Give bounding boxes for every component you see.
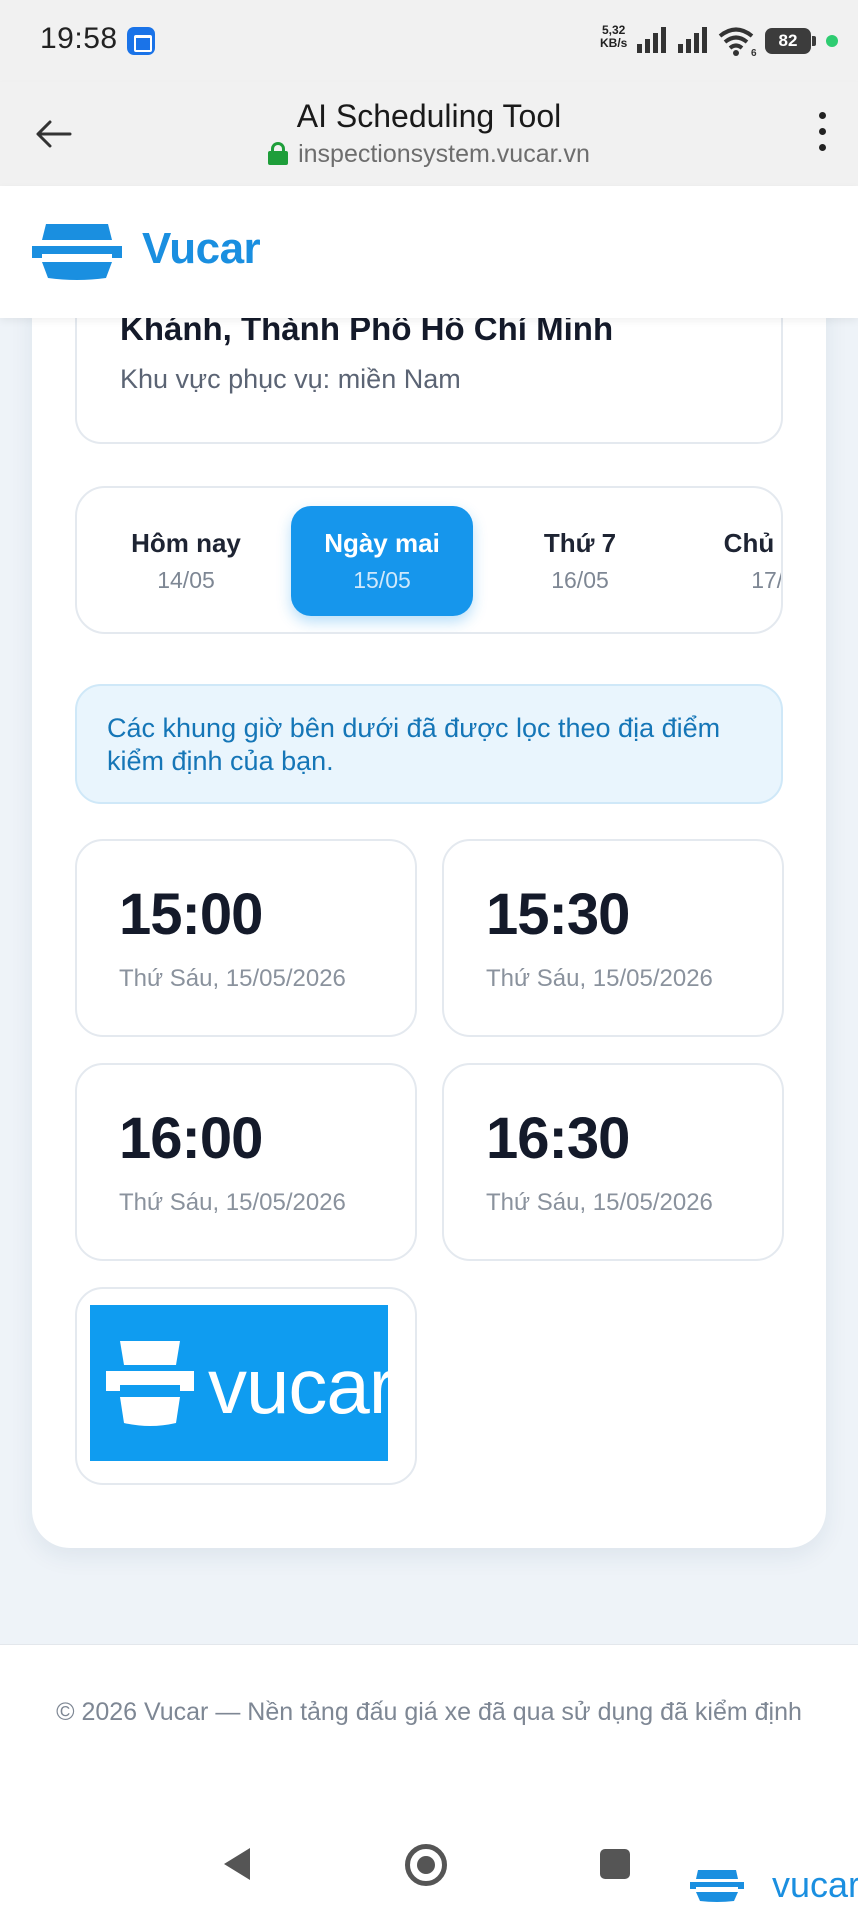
battery-icon: 82 <box>765 28 816 54</box>
page-title: AI Scheduling Tool <box>296 98 562 134</box>
network-speed: 5,32 KB/s <box>600 24 627 50</box>
signal-icon-2 <box>678 27 707 53</box>
date-tab-sunday[interactable]: Chủ nhật 17/05 <box>689 506 783 616</box>
date-tab-tomorrow[interactable]: Ngày mai 15/05 <box>291 506 473 616</box>
date-tab-date: 14/05 <box>157 567 215 593</box>
lock-icon <box>268 142 289 165</box>
date-tab-date: 17/05 <box>751 567 783 593</box>
browser-toolbar: AI Scheduling Tool inspectionsystem.vuca… <box>0 82 858 186</box>
nav-home-icon[interactable] <box>405 1844 447 1886</box>
url-text: inspectionsystem.vucar.vn <box>298 140 590 168</box>
time-slot[interactable]: 16:00 Thứ Sáu, 15/05/2026 <box>75 1063 417 1261</box>
date-tab-label: Hôm nay <box>131 528 241 558</box>
watermark-text: vucar <box>772 1864 858 1905</box>
wifi-icon: 6 <box>718 27 757 57</box>
date-tab-date: 16/05 <box>551 567 609 593</box>
nav-recents-icon[interactable] <box>600 1849 630 1879</box>
date-tab-saturday[interactable]: Thứ 7 16/05 <box>489 506 671 616</box>
watermark-car-icon <box>690 1870 744 1902</box>
vucar-logo-card[interactable]: vucar <box>75 1287 417 1485</box>
date-tab-label: Ngày mai <box>324 528 440 558</box>
brand-name[interactable]: Vucar <box>142 224 261 274</box>
filter-info-note: Các khung giờ bên dưới đã được lọc theo … <box>75 684 783 804</box>
slot-date: Thứ Sáu, 15/05/2026 <box>119 1189 346 1216</box>
time-slot[interactable]: 15:00 Thứ Sáu, 15/05/2026 <box>75 839 417 1037</box>
wifi-badge: 6 <box>751 48 757 57</box>
site-header: Vucar <box>0 186 858 318</box>
status-time: 19:58 <box>40 22 118 55</box>
privacy-dot <box>826 35 838 47</box>
slot-time: 16:30 <box>486 1106 630 1171</box>
time-slot[interactable]: 16:30 Thứ Sáu, 15/05/2026 <box>442 1063 784 1261</box>
vucar-car-icon <box>106 1341 194 1426</box>
slot-time: 15:00 <box>119 882 263 947</box>
overflow-menu-button[interactable] <box>814 112 830 156</box>
time-slot[interactable]: 15:30 Thứ Sáu, 15/05/2026 <box>442 839 784 1037</box>
date-tab-label: Chủ nhật <box>723 528 781 558</box>
slot-time: 15:30 <box>486 882 630 947</box>
slot-time: 16:00 <box>119 1106 263 1171</box>
date-tab-label: Thứ 7 <box>543 528 617 558</box>
nav-back-icon[interactable] <box>222 1846 252 1882</box>
vucar-logo-text: vucar <box>208 1342 395 1430</box>
signal-icon <box>637 27 666 53</box>
vucar-logo-banner: vucar <box>90 1305 395 1461</box>
slot-date: Thứ Sáu, 15/05/2026 <box>486 965 713 992</box>
status-bar: 19:58 5,32 KB/s 6 82 <box>0 0 858 82</box>
vucar-logo-icon[interactable] <box>32 224 122 280</box>
date-tab-today[interactable]: Hôm nay 14/05 <box>95 506 277 616</box>
slot-date: Thứ Sáu, 15/05/2026 <box>486 1189 713 1216</box>
footer-copyright: © 2026 Vucar — Nền tảng đấu giá xe đã qu… <box>56 1698 802 1726</box>
date-tab-date: 15/05 <box>353 567 411 593</box>
url-bar[interactable]: inspectionsystem.vucar.vn <box>0 140 858 169</box>
network-speed-unit: KB/s <box>600 36 628 50</box>
date-tabs: Hôm nay 14/05 Ngày mai 15/05 Thứ 7 16/05… <box>75 486 783 634</box>
home-app-icon <box>127 27 155 55</box>
service-region: Khu vực phục vụ: miền Nam <box>120 364 461 394</box>
slot-date: Thứ Sáu, 15/05/2026 <box>119 965 346 992</box>
